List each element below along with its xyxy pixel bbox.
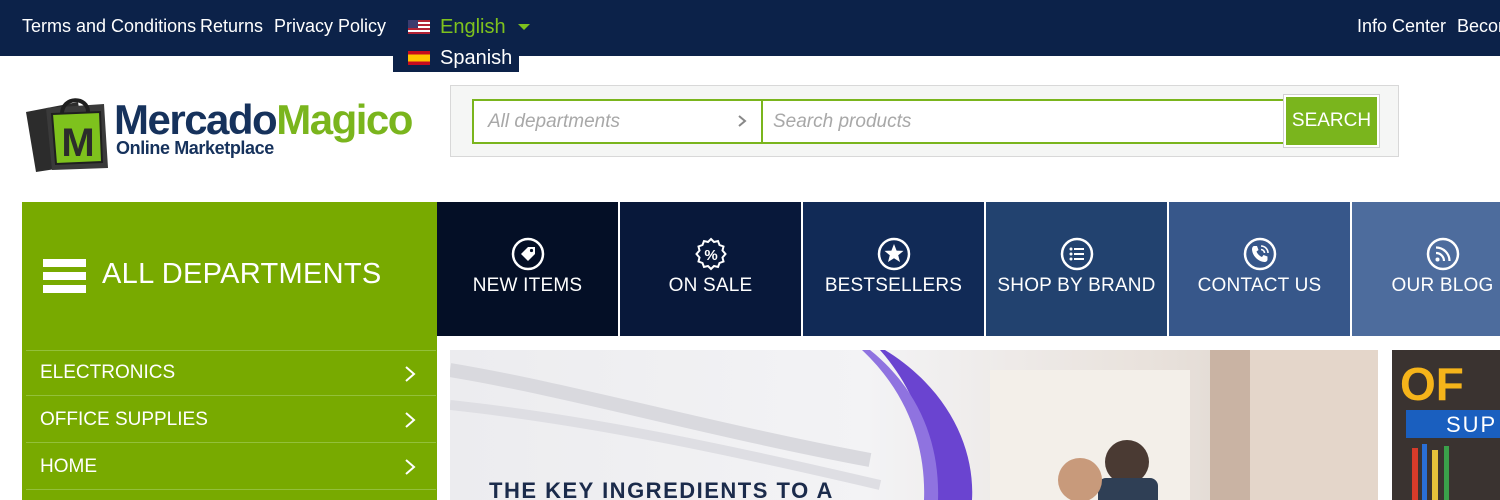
rss-icon bbox=[1426, 237, 1459, 271]
site-logo[interactable]: M MercadoMagico Online Marketplace bbox=[22, 84, 422, 174]
search-button[interactable]: SEARCH bbox=[1283, 94, 1380, 148]
chevron-right-icon bbox=[405, 459, 416, 475]
become-seller-link[interactable]: Becom bbox=[1457, 15, 1500, 37]
spain-flag-icon bbox=[408, 51, 430, 65]
department-item-home[interactable]: HOME bbox=[26, 444, 436, 490]
all-departments-title: ALL DEPARTMENTS bbox=[102, 258, 382, 290]
terms-link[interactable]: Terms and Conditions bbox=[22, 15, 196, 37]
department-item-electronics[interactable]: ELECTRONICS bbox=[26, 350, 436, 396]
nav-bestsellers[interactable]: BESTSELLERS bbox=[803, 202, 984, 336]
department-item-label: HOME bbox=[40, 455, 97, 477]
nav-label: OUR BLOG bbox=[1391, 275, 1494, 296]
brand-tagline: Online Marketplace bbox=[116, 138, 274, 158]
svg-text:%: % bbox=[704, 247, 717, 264]
language-selector[interactable]: English bbox=[408, 15, 530, 39]
nav-label: ON SALE bbox=[668, 275, 753, 296]
nav-our-blog[interactable]: OUR BLOG bbox=[1352, 202, 1500, 336]
shopping-bag-logo-icon: M bbox=[26, 98, 108, 172]
chevron-right-icon bbox=[738, 115, 747, 127]
tag-icon bbox=[511, 237, 544, 271]
department-item-label: OFFICE SUPPLIES bbox=[40, 408, 208, 430]
banner-headline: THE KEY INGREDIENTS TO A bbox=[489, 478, 834, 500]
info-center-link[interactable]: Info Center bbox=[1357, 15, 1446, 37]
language-option-label: Spanish bbox=[440, 46, 513, 69]
brand-name: MercadoMagico bbox=[114, 96, 413, 143]
side-promo-banner[interactable]: OF SUP bbox=[1392, 350, 1500, 500]
hero-banner[interactable]: THE KEY INGREDIENTS TO A bbox=[450, 350, 1378, 500]
hamburger-menu-icon bbox=[43, 259, 86, 294]
svg-text:OF: OF bbox=[1400, 358, 1464, 410]
nav-contact-us[interactable]: CONTACT US bbox=[1169, 202, 1350, 336]
language-option-spanish[interactable]: Spanish bbox=[393, 44, 519, 72]
search-input[interactable] bbox=[762, 99, 1286, 144]
caret-down-icon bbox=[517, 24, 530, 30]
chevron-right-icon bbox=[405, 412, 416, 428]
all-departments-toggle[interactable]: ALL DEPARTMENTS bbox=[22, 202, 437, 350]
departments-menu: ALL DEPARTMENTS ELECTRONICS OFFICE SUPPL… bbox=[22, 202, 437, 500]
department-item-label: ELECTRONICS bbox=[40, 362, 176, 383]
us-flag-icon bbox=[408, 20, 430, 34]
department-select[interactable]: All departments bbox=[472, 99, 763, 144]
phone-icon bbox=[1243, 237, 1276, 271]
nav-new-items[interactable]: NEW ITEMS bbox=[437, 202, 618, 336]
search-bar: All departments SEARCH bbox=[450, 85, 1399, 157]
department-select-placeholder: All departments bbox=[488, 110, 621, 132]
department-item-office-supplies[interactable]: OFFICE SUPPLIES bbox=[26, 397, 436, 443]
svg-text:M: M bbox=[61, 121, 94, 165]
returns-link[interactable]: Returns bbox=[200, 15, 263, 37]
current-language: English bbox=[440, 15, 506, 38]
office-supplies-promo-art: OF SUP bbox=[1392, 350, 1500, 500]
percent-badge-icon: % bbox=[694, 237, 727, 271]
top-bar: Terms and Conditions Returns Privacy Pol… bbox=[0, 0, 1500, 56]
star-icon bbox=[877, 237, 910, 271]
nav-label: NEW ITEMS bbox=[472, 275, 583, 296]
privacy-policy-link[interactable]: Privacy Policy bbox=[274, 15, 386, 37]
nav-on-sale[interactable]: % ON SALE bbox=[620, 202, 801, 336]
chevron-right-icon bbox=[405, 366, 416, 382]
list-icon bbox=[1060, 237, 1093, 271]
svg-text:SUP: SUP bbox=[1446, 412, 1497, 437]
nav-label: BESTSELLERS bbox=[824, 275, 963, 296]
nav-label: CONTACT US bbox=[1197, 275, 1322, 296]
nav-label: SHOP BY BRAND bbox=[997, 275, 1156, 296]
nav-shop-by-brand[interactable]: SHOP BY BRAND bbox=[986, 202, 1167, 336]
